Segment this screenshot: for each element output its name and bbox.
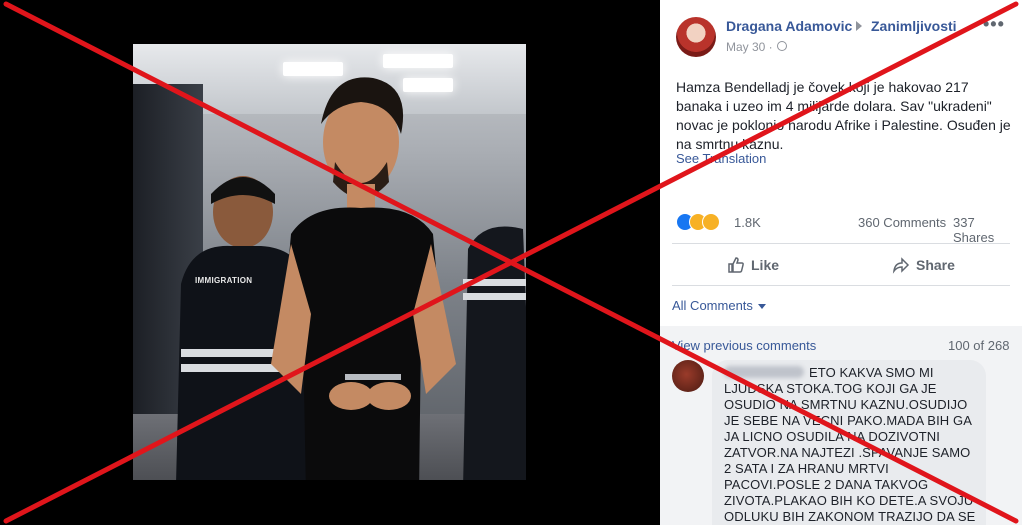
red-cross-overlay (3, 1, 1019, 524)
screenshot-stage: IMMIGRATION Dragana Adamovic Zanimljivos… (0, 0, 1022, 525)
